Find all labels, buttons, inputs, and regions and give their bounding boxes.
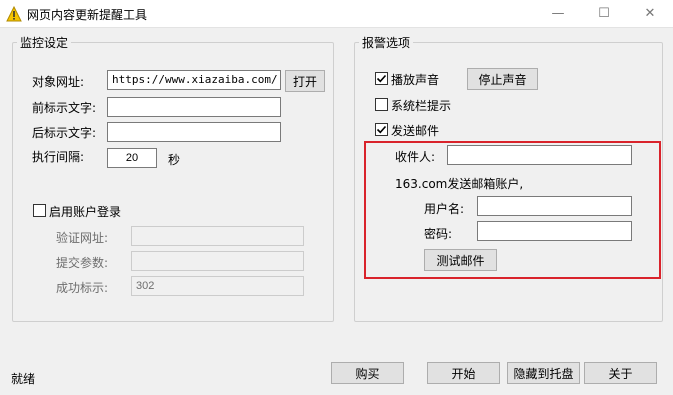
send-mail-checkbox[interactable] bbox=[375, 123, 388, 136]
checkmark-icon bbox=[376, 74, 387, 83]
minimize-button[interactable]: — bbox=[535, 0, 581, 27]
close-icon: ✕ bbox=[644, 6, 656, 21]
send-mail-label[interactable]: 发送邮件 bbox=[391, 122, 439, 139]
tray-tip-label[interactable]: 系统栏提示 bbox=[391, 97, 451, 114]
open-button[interactable]: 打开 bbox=[285, 70, 325, 92]
prefix-label: 前标示文字: bbox=[32, 101, 97, 115]
username-input[interactable] bbox=[477, 196, 632, 216]
stop-sound-button[interactable]: 停止声音 bbox=[467, 68, 538, 90]
password-label: 密码: bbox=[424, 227, 453, 241]
verify-url-input[interactable] bbox=[131, 226, 304, 246]
login-checkbox-label[interactable]: 启用账户登录 bbox=[49, 203, 121, 220]
title-bar: 网页内容更新提醒工具 — ☐ ✕ bbox=[0, 0, 673, 28]
suffix-input[interactable] bbox=[107, 122, 281, 142]
alarm-options-legend: 报警选项 bbox=[359, 34, 414, 51]
checkmark-icon bbox=[376, 125, 387, 134]
warning-app-icon bbox=[6, 5, 22, 22]
recipient-input[interactable] bbox=[447, 145, 632, 165]
target-url-input[interactable]: https://www.xiazaiba.com/ bbox=[107, 70, 281, 90]
suffix-label: 后标示文字: bbox=[32, 126, 97, 140]
prefix-input[interactable] bbox=[107, 97, 281, 117]
hide-to-tray-button[interactable]: 隐藏到托盘 bbox=[507, 362, 580, 384]
recipient-label: 收件人: bbox=[395, 150, 436, 164]
buy-button[interactable]: 购买 bbox=[331, 362, 404, 384]
password-input[interactable] bbox=[477, 221, 632, 241]
interval-unit: 秒 bbox=[168, 153, 181, 167]
interval-label: 执行间隔: bbox=[32, 150, 85, 164]
test-mail-button[interactable]: 测试邮件 bbox=[424, 249, 497, 271]
submit-params-label: 提交参数: bbox=[56, 256, 109, 270]
success-input[interactable]: 302 bbox=[131, 276, 304, 296]
login-checkbox[interactable] bbox=[33, 204, 46, 217]
username-label: 用户名: bbox=[424, 202, 465, 216]
play-sound-checkbox[interactable] bbox=[375, 72, 388, 85]
minimize-icon: — bbox=[551, 6, 565, 21]
about-button[interactable]: 关于 bbox=[584, 362, 657, 384]
close-button[interactable]: ✕ bbox=[627, 0, 673, 27]
submit-params-input[interactable] bbox=[131, 251, 304, 271]
monitor-settings-legend: 监控设定 bbox=[17, 34, 72, 51]
success-label: 成功标示: bbox=[56, 281, 109, 295]
verify-url-label: 验证网址: bbox=[56, 231, 109, 245]
maximize-icon: ☐ bbox=[598, 6, 610, 21]
interval-input[interactable]: 20 bbox=[107, 148, 157, 168]
play-sound-label[interactable]: 播放声音 bbox=[391, 71, 439, 88]
target-url-label: 对象网址: bbox=[32, 75, 85, 89]
window-title: 网页内容更新提醒工具 bbox=[27, 8, 148, 22]
start-button[interactable]: 开始 bbox=[427, 362, 500, 384]
status-text: 就绪 bbox=[11, 372, 36, 386]
maximize-button[interactable]: ☐ bbox=[581, 0, 627, 27]
sender-account-label: 163.com发送邮箱账户, bbox=[395, 177, 524, 191]
tray-tip-checkbox[interactable] bbox=[375, 98, 388, 111]
